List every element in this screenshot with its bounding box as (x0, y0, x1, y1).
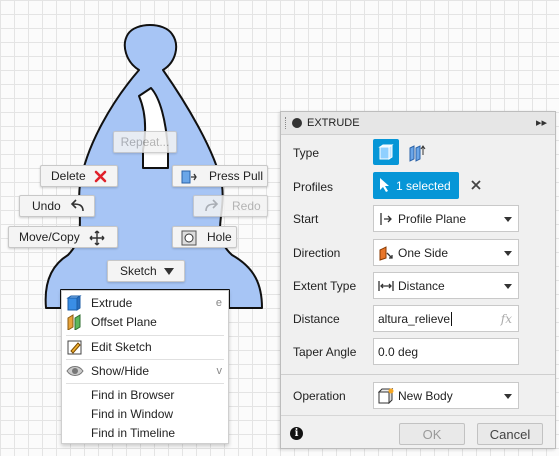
start-value: Profile Plane (398, 211, 467, 226)
menu-item-shortcut: v (216, 365, 223, 377)
type-label: Type (293, 146, 320, 160)
menu-item-find-in-timeline[interactable]: Find in Timeline (62, 424, 228, 442)
delete-x-icon (94, 170, 107, 183)
ok-button[interactable]: OK (399, 423, 465, 445)
repeat-label: Repeat... (120, 135, 170, 149)
info-icon[interactable]: i (290, 427, 303, 440)
menu-item-offset-plane[interactable]: Offset Plane (62, 313, 228, 331)
extrude-panel: EXTRUDE ▸▸ Type Profiles 1 selected Star… (280, 111, 556, 449)
distance-icon (378, 278, 394, 294)
extent-type-dropdown[interactable]: Distance (373, 272, 519, 299)
start-label: Start (293, 212, 319, 226)
dropdown-arrow-icon (504, 394, 512, 399)
hole-button[interactable]: Hole (172, 226, 237, 248)
offset-plane-icon (66, 314, 84, 331)
menu-item-label: Edit Sketch (91, 340, 152, 354)
direction-dropdown[interactable]: One Side (373, 239, 519, 266)
ok-label: OK (422, 426, 442, 442)
clear-selection-icon[interactable] (470, 179, 482, 194)
operation-label: Operation (293, 389, 346, 403)
expand-panel-icon[interactable]: ▸▸ (536, 116, 547, 129)
profiles-value: 1 selected (396, 178, 451, 193)
sketch-button[interactable]: Sketch (107, 260, 185, 282)
redo-label: Redo (232, 199, 261, 213)
operation-dropdown[interactable]: New Body (373, 382, 519, 409)
drag-handle-icon[interactable] (285, 117, 288, 129)
menu-item-label: Offset Plane (91, 315, 157, 329)
dropdown-arrow-icon (504, 251, 512, 256)
taper-angle-value: 0.0 deg (378, 344, 419, 359)
profile-plane-icon (378, 211, 394, 227)
menu-item-find-in-browser[interactable]: Find in Browser (62, 386, 228, 404)
profiles-selection-button[interactable]: 1 selected (373, 172, 459, 199)
redo-button[interactable]: Redo (193, 195, 268, 217)
menu-item-show-hide[interactable]: Show/Hide v (62, 362, 228, 380)
hole-label: Hole (207, 230, 232, 244)
menu-separator (66, 383, 224, 384)
context-menu: Extrude e Offset Plane Edit Sketch Show/… (61, 290, 229, 444)
undo-button[interactable]: Undo (19, 195, 95, 217)
menu-item-label: Extrude (91, 296, 133, 310)
start-dropdown[interactable]: Profile Plane (373, 205, 519, 232)
delete-button[interactable]: Delete (40, 165, 118, 187)
hole-icon (181, 230, 197, 246)
distance-value: altura_relieve (378, 311, 451, 326)
fx-icon[interactable]: fx (501, 312, 512, 326)
one-side-icon (378, 245, 394, 261)
panel-footer-divider (281, 415, 555, 416)
move-copy-button[interactable]: Move/Copy (8, 226, 118, 248)
text-cursor (451, 311, 453, 326)
move-copy-label: Move/Copy (19, 230, 80, 244)
menu-separator (66, 359, 224, 360)
direction-label: Direction (293, 246, 341, 260)
direction-value: One Side (398, 245, 449, 260)
menu-item-shortcut: e (215, 297, 222, 309)
panel-title: EXTRUDE (307, 117, 360, 129)
cancel-button[interactable]: Cancel (477, 423, 543, 445)
type-thin-icon[interactable] (405, 141, 429, 165)
menu-item-label: Find in Browser (91, 388, 175, 402)
move-arrows-icon (89, 230, 105, 246)
press-pull-icon (181, 169, 197, 185)
edit-sketch-icon (66, 339, 84, 355)
menu-item-edit-sketch[interactable]: Edit Sketch (62, 338, 228, 356)
extrude-icon (66, 295, 84, 311)
undo-arrow-icon (69, 199, 85, 213)
press-pull-button[interactable]: Press Pull (172, 165, 268, 187)
sketch-dropdown-icon (164, 268, 174, 275)
type-solid-icon[interactable] (373, 139, 399, 165)
menu-item-label: Show/Hide (91, 364, 150, 378)
distance-label: Distance (293, 312, 340, 326)
undo-label: Undo (32, 199, 61, 213)
cursor-icon (379, 177, 391, 196)
new-body-icon (377, 387, 394, 405)
dropdown-arrow-icon (504, 217, 512, 222)
panel-collapse-icon[interactable] (292, 118, 302, 128)
menu-item-extrude[interactable]: Extrude e (62, 294, 228, 312)
menu-item-label: Find in Window (91, 407, 174, 421)
distance-input[interactable]: altura_relieve fx (373, 305, 519, 332)
panel-divider (281, 374, 555, 375)
cancel-label: Cancel (489, 426, 531, 442)
extent-type-label: Extent Type (293, 279, 357, 293)
dropdown-arrow-icon (504, 284, 512, 289)
delete-label: Delete (51, 169, 86, 183)
profiles-label: Profiles (293, 180, 334, 194)
taper-angle-input[interactable]: 0.0 deg (373, 338, 519, 365)
eye-icon (66, 363, 84, 379)
sketch-label: Sketch (120, 264, 157, 278)
press-pull-label: Press Pull (209, 169, 264, 183)
operation-value: New Body (398, 388, 453, 403)
repeat-button[interactable]: Repeat... (113, 131, 177, 153)
menu-item-label: Find in Timeline (91, 426, 176, 440)
panel-title-bar[interactable]: EXTRUDE ▸▸ (281, 112, 555, 135)
extent-type-value: Distance (398, 278, 445, 293)
menu-separator (66, 335, 224, 336)
taper-angle-label: Taper Angle (293, 345, 357, 359)
menu-item-find-in-window[interactable]: Find in Window (62, 405, 228, 423)
redo-arrow-icon (204, 199, 220, 213)
